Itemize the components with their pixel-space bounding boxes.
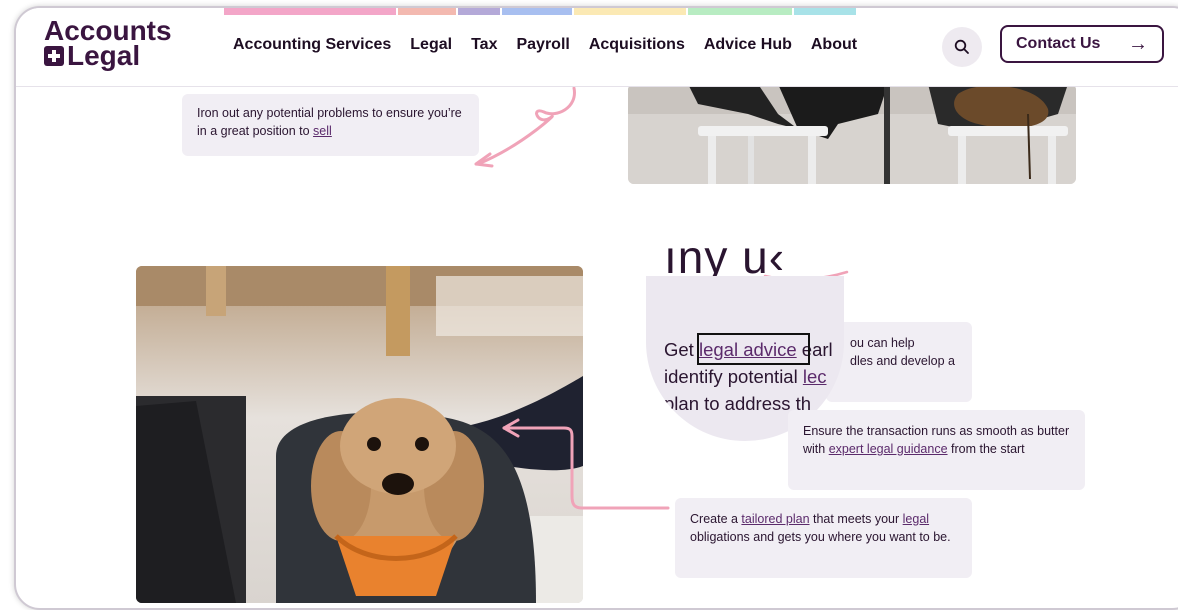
- info-card-plan-text-end: obligations and gets you where you want …: [690, 530, 951, 544]
- nav-accounting-services[interactable]: Accounting Services: [233, 36, 391, 54]
- team-meeting-illustration: [628, 84, 1076, 184]
- info-card-transaction-text-end: from the start: [947, 442, 1025, 456]
- info-card-hurdles: ou can help dles and develop a: [826, 322, 972, 402]
- nav-payroll[interactable]: Payroll: [516, 36, 569, 54]
- color-bar-1: [224, 8, 396, 15]
- arrow-right-icon: →: [1128, 32, 1148, 55]
- logo-line2: Legal: [67, 40, 141, 71]
- color-bar-4: [502, 8, 572, 15]
- info-card-tailored-plan: Create a tailored plan that meets your l…: [675, 498, 972, 578]
- color-bar-6: [688, 8, 792, 15]
- info-card-hurdles-line2: dles and develop a: [850, 354, 955, 368]
- nav-about[interactable]: About: [811, 36, 857, 54]
- sell-link[interactable]: sell: [313, 124, 332, 138]
- search-button[interactable]: [942, 27, 982, 67]
- nav-legal[interactable]: Legal: [410, 36, 452, 54]
- logo-line2-row: Legal: [44, 40, 172, 71]
- info-card-plan-text: Create a: [690, 512, 742, 526]
- info-card-plan-text-mid: that meets your: [809, 512, 903, 526]
- color-bar-7: [794, 8, 856, 15]
- expert-legal-guidance-link[interactable]: expert legal guidance: [829, 442, 948, 456]
- color-bar-5: [574, 8, 686, 15]
- nav-acquisitions[interactable]: Acquisitions: [589, 36, 685, 54]
- pink-connector-arrow: [502, 418, 670, 510]
- color-bar-2: [398, 8, 456, 15]
- nav-tax[interactable]: Tax: [471, 36, 497, 54]
- plus-icon: [44, 45, 64, 66]
- pink-curl-arrow: [474, 86, 576, 168]
- browser-frame: Accounts Legal Accounting Services Legal…: [14, 6, 1178, 610]
- focus-highlight-box: [697, 333, 810, 365]
- site-logo[interactable]: Accounts Legal: [44, 17, 172, 71]
- team-meeting-photo: [628, 84, 1076, 184]
- contact-us-button[interactable]: Contact Us →: [1000, 25, 1164, 63]
- contact-us-label: Contact Us: [1016, 35, 1101, 52]
- nav-advice-hub[interactable]: Advice Hub: [704, 36, 792, 54]
- site-header: Accounts Legal Accounting Services Legal…: [16, 8, 1178, 87]
- main-nav: Accounting Services Legal Tax Payroll Ac…: [233, 36, 857, 54]
- legal-link-magnified[interactable]: lec: [803, 366, 827, 387]
- info-card-transaction: Ensure the transaction runs as smooth as…: [788, 410, 1085, 490]
- color-bar-3: [458, 8, 500, 15]
- info-card-hurdles-line1: ou can help: [850, 336, 915, 350]
- legal-link[interactable]: legal: [903, 512, 929, 526]
- search-icon: [954, 39, 969, 54]
- magnified-line2: identify potential lec: [664, 366, 827, 387]
- tailored-plan-link[interactable]: tailored plan: [741, 512, 809, 526]
- info-card-sell: Iron out any potential problems to ensur…: [182, 94, 479, 156]
